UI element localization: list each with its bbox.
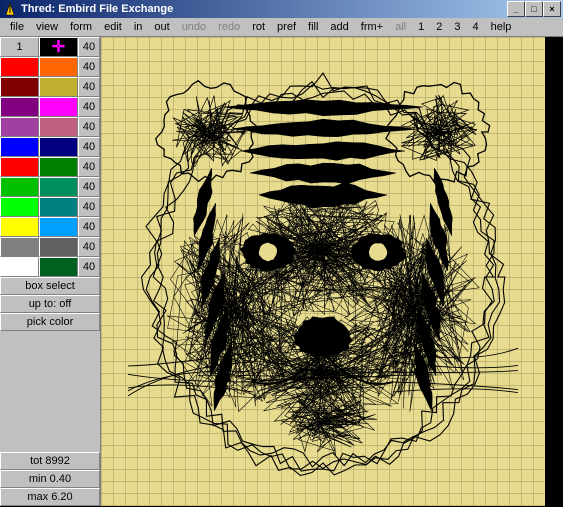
swatch-9-1[interactable] <box>39 217 78 237</box>
swatch-4-1[interactable] <box>39 117 78 137</box>
swatch-value-4[interactable]: 40 <box>78 117 100 137</box>
color-palette: 1404040404040404040404040 <box>0 37 100 277</box>
box-select-button[interactable]: box select <box>0 277 100 295</box>
pick-color-button[interactable]: pick color <box>0 313 100 331</box>
stat-total: tot 8992 <box>0 452 100 470</box>
swatch-value-5[interactable]: 40 <box>78 137 100 157</box>
swatch-6-1[interactable] <box>39 157 78 177</box>
swatch-1-0[interactable] <box>0 57 39 77</box>
swatch-value-11[interactable]: 40 <box>78 257 100 277</box>
app-icon <box>2 1 18 17</box>
swatch-value-1[interactable]: 40 <box>78 57 100 77</box>
swatch-8-0[interactable] <box>0 197 39 217</box>
swatch-value-6[interactable]: 40 <box>78 157 100 177</box>
menu-pref[interactable]: pref <box>271 20 302 34</box>
menu-file[interactable]: file <box>4 20 30 34</box>
menu-1[interactable]: 1 <box>412 20 430 34</box>
menu-3[interactable]: 3 <box>448 20 466 34</box>
menu-undo[interactable]: undo <box>176 20 212 34</box>
menu-redo[interactable]: redo <box>212 20 246 34</box>
swatch-11-1[interactable] <box>39 257 78 277</box>
swatch-value-8[interactable]: 40 <box>78 197 100 217</box>
stat-max: max 6.20 <box>0 488 100 506</box>
menu-out[interactable]: out <box>148 20 175 34</box>
swatch-2-1[interactable] <box>39 77 78 97</box>
menu-all[interactable]: all <box>389 20 412 34</box>
menu-in[interactable]: in <box>128 20 149 34</box>
swatch-7-1[interactable] <box>39 177 78 197</box>
menubar: fileviewformeditinoutundoredorotpreffill… <box>0 18 563 37</box>
menu-view[interactable]: view <box>30 20 64 34</box>
swatch-10-0[interactable] <box>0 237 39 257</box>
canvas-grid <box>101 37 545 506</box>
swatch-value-10[interactable]: 40 <box>78 237 100 257</box>
menu-frm+[interactable]: frm+ <box>355 20 389 34</box>
up-to-button[interactable]: up to: off <box>0 295 100 313</box>
menu-add[interactable]: add <box>324 20 354 34</box>
menu-fill[interactable]: fill <box>302 20 324 34</box>
swatch-3-0[interactable] <box>0 97 39 117</box>
swatch-6-0[interactable] <box>0 157 39 177</box>
swatch-8-1[interactable] <box>39 197 78 217</box>
swatch-value-7[interactable]: 40 <box>78 177 100 197</box>
swatch-selected[interactable] <box>39 37 78 57</box>
swatch-4-0[interactable] <box>0 117 39 137</box>
menu-edit[interactable]: edit <box>98 20 128 34</box>
sidebar: 1404040404040404040404040 box select up … <box>0 37 101 506</box>
swatch-10-1[interactable] <box>39 237 78 257</box>
close-button[interactable]: × <box>543 1 561 17</box>
canvas[interactable] <box>101 37 563 506</box>
stat-min: min 0.40 <box>0 470 100 488</box>
swatch-1-1[interactable] <box>39 57 78 77</box>
menu-help[interactable]: help <box>485 20 518 34</box>
swatch-5-1[interactable] <box>39 137 78 157</box>
menu-form[interactable]: form <box>64 20 98 34</box>
swatch-value-9[interactable]: 40 <box>78 217 100 237</box>
swatch-3-1[interactable] <box>39 97 78 117</box>
swatch-5-0[interactable] <box>0 137 39 157</box>
minimize-button[interactable]: _ <box>507 1 525 17</box>
swatch-value-3[interactable]: 40 <box>78 97 100 117</box>
menu-rot[interactable]: rot <box>246 20 271 34</box>
maximize-button[interactable]: □ <box>525 1 543 17</box>
swatch-7-0[interactable] <box>0 177 39 197</box>
menu-2[interactable]: 2 <box>430 20 448 34</box>
swatch-value-0[interactable]: 40 <box>78 37 100 57</box>
menu-4[interactable]: 4 <box>466 20 484 34</box>
swatch-11-0[interactable] <box>0 257 39 277</box>
window-title: Thred: Embird File Exchange <box>21 3 507 15</box>
swatch-9-0[interactable] <box>0 217 39 237</box>
swatch-2-0[interactable] <box>0 77 39 97</box>
stats-panel: tot 8992 min 0.40 max 6.20 <box>0 452 100 506</box>
titlebar: Thred: Embird File Exchange _ □ × <box>0 0 563 18</box>
current-color-index: 1 <box>0 37 39 57</box>
swatch-value-2[interactable]: 40 <box>78 77 100 97</box>
